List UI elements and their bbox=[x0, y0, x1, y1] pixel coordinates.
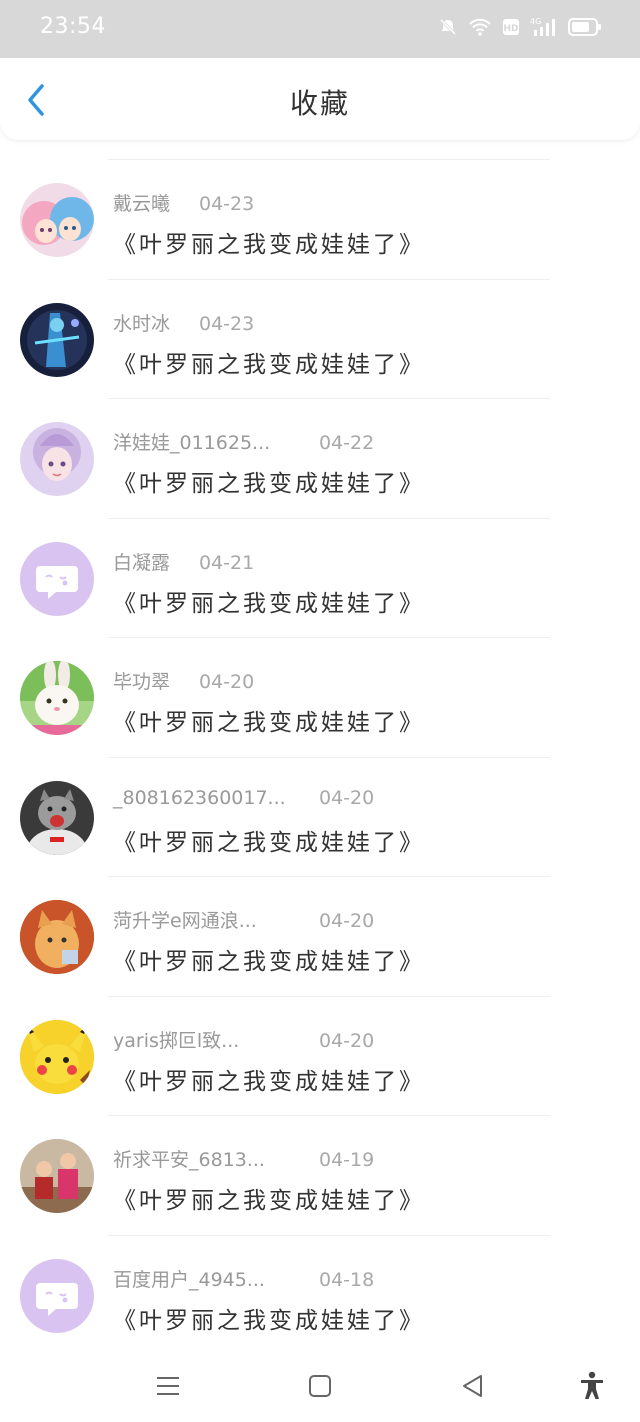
menu-icon bbox=[157, 1377, 179, 1395]
item-date: 04-20 bbox=[319, 786, 375, 809]
hd-icon: HD bbox=[502, 18, 520, 36]
item-meta: 祈求平安_6813... 04-19 bbox=[113, 1145, 374, 1172]
list-item[interactable]: 水时冰 04-23 《叶罗丽之我变成娃娃了》 bbox=[0, 260, 640, 380]
item-date: 04-23 bbox=[199, 193, 255, 215]
item-meta: 菏升学e网通浪... 04-20 bbox=[113, 906, 374, 933]
item-date: 04-21 bbox=[199, 551, 255, 574]
user-name: 菏升学e网通浪... bbox=[113, 910, 257, 932]
avatar[interactable] bbox=[20, 780, 94, 855]
menu-button[interactable] bbox=[150, 1368, 186, 1404]
avatar[interactable] bbox=[20, 302, 94, 377]
avatar[interactable] bbox=[20, 1019, 94, 1094]
status-time: 23:54 bbox=[40, 14, 106, 39]
status-bar: 23:54 HD 4G bbox=[0, 0, 640, 58]
signal-icon: 4G bbox=[530, 16, 558, 38]
divider bbox=[108, 995, 550, 997]
list-item[interactable]: 百度用户_4945... 04-18 《叶罗丽之我变成娃娃了》 bbox=[0, 1216, 640, 1336]
divider bbox=[108, 637, 550, 638]
item-date: 04-20 bbox=[319, 1029, 375, 1052]
divider bbox=[108, 517, 550, 519]
square-home-icon bbox=[309, 1375, 331, 1397]
item-date: 04-22 bbox=[319, 432, 375, 454]
svg-text:HD: HD bbox=[503, 24, 518, 34]
item-meta: 白凝露 04-21 bbox=[113, 548, 254, 575]
system-nav-bar bbox=[0, 1350, 640, 1422]
divider bbox=[108, 756, 550, 758]
divider bbox=[108, 159, 550, 160]
avatar[interactable] bbox=[20, 183, 94, 257]
home-button[interactable] bbox=[302, 1368, 338, 1404]
item-date: 04-19 bbox=[319, 1149, 375, 1171]
item-date: 04-18 bbox=[319, 1268, 375, 1291]
battery-icon bbox=[568, 17, 602, 37]
favorites-list: 戴云曦 04-23 《叶罗丽之我变成娃娃了》 水时冰 04-23 《叶罗丽之我变成娃娃了》… bbox=[0, 140, 640, 1335]
book-title[interactable]: 《叶罗丽之我变成娃娃了》 bbox=[113, 225, 425, 259]
item-meta: 毕功翠 04-20 bbox=[113, 667, 254, 694]
book-title[interactable]: 《叶罗丽之我变成娃娃了》 bbox=[113, 584, 425, 618]
book-title[interactable]: 《叶罗丽之我变成娃娃了》 bbox=[113, 345, 425, 379]
user-name: 白凝露 bbox=[113, 551, 171, 574]
item-date: 04-20 bbox=[319, 910, 375, 932]
page-title: 收藏 bbox=[289, 87, 350, 120]
list-item[interactable]: 祈求平安_6813... 04-19 《叶罗丽之我变成娃娃了》 bbox=[0, 1096, 640, 1216]
list-item[interactable]: 戴云曦 04-23 《叶罗丽之我变成娃娃了》 bbox=[0, 140, 640, 260]
status-icons: HD 4G bbox=[438, 16, 602, 38]
user-name: 水时冰 bbox=[113, 312, 171, 335]
avatar[interactable] bbox=[20, 1258, 94, 1333]
user-name: _808162360017... bbox=[113, 786, 286, 809]
header: 收藏 bbox=[0, 58, 640, 140]
user-name: 百度用户_4945... bbox=[113, 1268, 265, 1291]
user-name: yaris掷叵l致... bbox=[113, 1029, 240, 1052]
list-item[interactable]: 毕功翠 04-20 《叶罗丽之我变成娃娃了》 bbox=[0, 618, 640, 738]
item-meta: yaris掷叵l致... 04-20 bbox=[113, 1026, 374, 1053]
user-name: 毕功翠 bbox=[113, 671, 171, 693]
item-meta: 洋娃娃_011625... 04-22 bbox=[113, 428, 374, 455]
list-item[interactable]: _808162360017... 04-20 《叶罗丽之我变成娃娃了》 bbox=[0, 738, 640, 858]
avatar[interactable] bbox=[20, 1139, 94, 1213]
wifi-icon bbox=[468, 17, 492, 37]
triangle-back-icon bbox=[463, 1375, 482, 1397]
user-name: 戴云曦 bbox=[113, 193, 171, 215]
list-item[interactable]: yaris掷叵l致... 04-20 《叶罗丽之我变成娃娃了》 bbox=[0, 977, 640, 1097]
avatar[interactable] bbox=[20, 422, 94, 496]
book-title[interactable]: 《叶罗丽之我变成娃娃了》 bbox=[113, 703, 425, 737]
book-title[interactable]: 《叶罗丽之我变成娃娃了》 bbox=[113, 464, 425, 498]
item-meta: 戴云曦 04-23 bbox=[113, 189, 254, 216]
network-label: 4G bbox=[530, 17, 541, 26]
avatar[interactable] bbox=[20, 661, 94, 735]
mute-bell-icon bbox=[438, 17, 458, 37]
book-title[interactable]: 《叶罗丽之我变成娃娃了》 bbox=[113, 823, 425, 857]
divider bbox=[108, 1234, 550, 1236]
item-date: 04-23 bbox=[199, 312, 255, 335]
item-meta: 百度用户_4945... 04-18 bbox=[113, 1265, 374, 1292]
item-meta: 水时冰 04-23 bbox=[113, 309, 254, 336]
list-item[interactable]: 洋娃娃_011625... 04-22 《叶罗丽之我变成娃娃了》 bbox=[0, 379, 640, 499]
book-title[interactable]: 《叶罗丽之我变成娃娃了》 bbox=[113, 1301, 425, 1335]
avatar[interactable] bbox=[20, 541, 94, 616]
item-date: 04-20 bbox=[199, 671, 255, 693]
item-meta: _808162360017... 04-20 bbox=[113, 787, 374, 809]
book-title[interactable]: 《叶罗丽之我变成娃娃了》 bbox=[113, 1181, 425, 1215]
avatar[interactable] bbox=[20, 900, 94, 974]
divider bbox=[108, 876, 550, 877]
list-item[interactable]: 菏升学e网通浪... 04-20 《叶罗丽之我变成娃娃了》 bbox=[0, 857, 640, 977]
list-item[interactable]: 白凝露 04-21 《叶罗丽之我变成娃娃了》 bbox=[0, 499, 640, 619]
divider bbox=[108, 398, 550, 399]
divider bbox=[108, 1115, 550, 1116]
accessibility-icon bbox=[581, 1371, 603, 1399]
divider bbox=[108, 278, 550, 280]
user-name: 祈求平安_6813... bbox=[113, 1149, 265, 1171]
book-title[interactable]: 《叶罗丽之我变成娃娃了》 bbox=[113, 1062, 425, 1096]
back-system-button[interactable] bbox=[455, 1368, 491, 1404]
book-title[interactable]: 《叶罗丽之我变成娃娃了》 bbox=[113, 942, 425, 976]
user-name: 洋娃娃_011625... bbox=[113, 432, 271, 454]
accessibility-button[interactable] bbox=[574, 1368, 610, 1404]
